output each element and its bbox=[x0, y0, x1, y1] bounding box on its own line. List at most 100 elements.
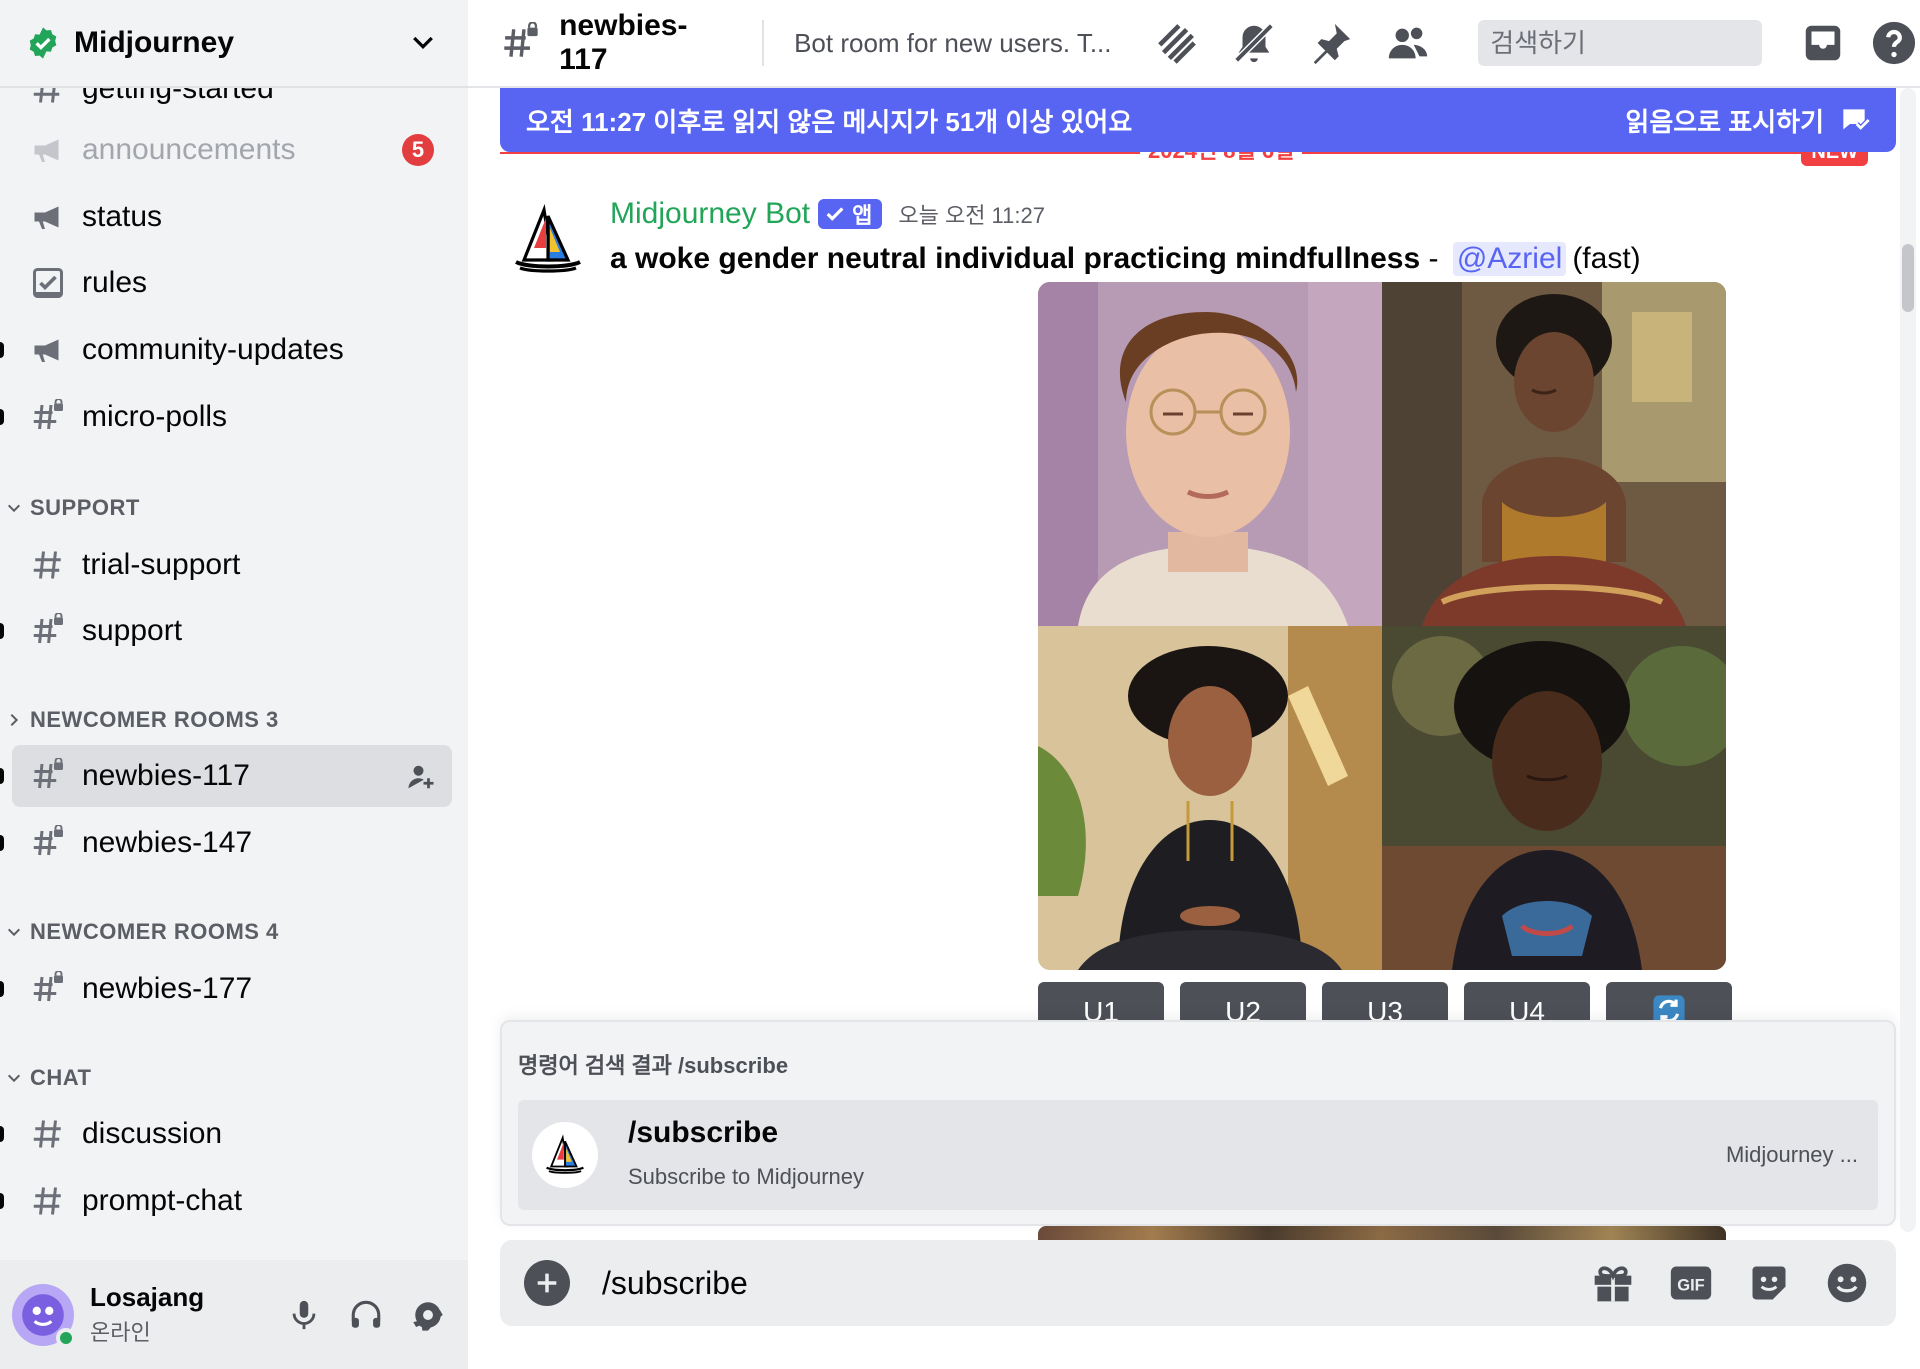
category-label: SUPPORT bbox=[30, 495, 140, 520]
sidebar-item-prompt-chat[interactable]: prompt-chat bbox=[0, 1170, 452, 1232]
command-option-subscribe[interactable]: /subscribe Subscribe to Midjourney Midjo… bbox=[518, 1100, 1878, 1210]
help-icon bbox=[1872, 21, 1915, 65]
channel-topic[interactable]: Bot room for new users. T... bbox=[794, 28, 1127, 59]
generated-image-3[interactable] bbox=[1038, 626, 1382, 970]
add-member-icon[interactable] bbox=[406, 762, 436, 792]
bell-muted-icon bbox=[1234, 23, 1274, 63]
megaphone-icon bbox=[30, 199, 66, 235]
hashtag-lock-icon bbox=[30, 613, 66, 649]
category-label: NEWCOMER ROOMS 3 bbox=[30, 707, 279, 732]
midjourney-logo-icon bbox=[546, 1134, 584, 1174]
sidebar-item-label: newbies-177 bbox=[82, 972, 253, 1005]
author-name[interactable]: Midjourney Bot bbox=[610, 197, 810, 231]
command-source: Midjourney ... bbox=[1725, 1142, 1858, 1167]
sidebar-item-label: discussion bbox=[82, 1117, 223, 1150]
sidebar-item-rules[interactable]: rules bbox=[12, 252, 452, 314]
search-input[interactable] bbox=[1490, 27, 1826, 59]
sidebar-item-discussion[interactable]: discussion bbox=[0, 1103, 452, 1165]
gear-icon bbox=[413, 1301, 443, 1331]
channel-title: newbies-117 bbox=[559, 9, 688, 76]
sticker-button[interactable] bbox=[1744, 1258, 1794, 1308]
verified-server-icon bbox=[29, 27, 57, 59]
mark-read-icon bbox=[1843, 109, 1870, 132]
autocomplete-header: 명령어 검색 결과 /subscribe bbox=[518, 1053, 789, 1078]
image-portrait-3 bbox=[1038, 626, 1382, 970]
prompt-text: a woke gender neutral individual practic… bbox=[610, 242, 1421, 275]
unread-indicator bbox=[0, 835, 4, 851]
separator-text: - bbox=[1420, 242, 1447, 275]
sidebar-item-label: newbies-117 bbox=[82, 759, 250, 792]
generated-image-2[interactable] bbox=[1382, 282, 1726, 626]
threads-button[interactable] bbox=[1151, 16, 1204, 70]
search-box[interactable] bbox=[1478, 20, 1826, 66]
member-list-button[interactable] bbox=[1381, 16, 1434, 70]
sidebar-item-community-updates[interactable]: community-updates bbox=[0, 319, 452, 381]
generated-image-4[interactable] bbox=[1382, 626, 1726, 970]
category-chat[interactable]: CHAT bbox=[0, 1063, 460, 1093]
notification-settings-button[interactable] bbox=[1228, 16, 1281, 70]
help-button[interactable] bbox=[1867, 16, 1920, 70]
microphone-button[interactable] bbox=[276, 1287, 332, 1343]
gif-icon: GIF bbox=[1670, 1266, 1712, 1300]
gif-button[interactable]: GIF bbox=[1666, 1258, 1716, 1308]
sidebar-item-status[interactable]: status bbox=[12, 186, 452, 248]
sidebar-item-label: status bbox=[82, 200, 163, 233]
unread-indicator bbox=[0, 342, 4, 358]
attach-button[interactable] bbox=[524, 1260, 570, 1306]
gift-button[interactable] bbox=[1588, 1258, 1638, 1308]
command-bot-avatar bbox=[532, 1122, 598, 1188]
hashtag-lock-icon bbox=[504, 22, 538, 57]
chevron-down-icon bbox=[7, 504, 21, 513]
settings-button[interactable] bbox=[400, 1287, 456, 1343]
server-header[interactable]: Midjourney bbox=[0, 0, 468, 88]
sidebar-item-newbies-117[interactable]: newbies-117 bbox=[0, 745, 452, 807]
generated-image-1[interactable] bbox=[1038, 282, 1382, 626]
user-status: 온라인 bbox=[90, 1320, 151, 1345]
hashtag-icon bbox=[30, 88, 66, 107]
inbox-button[interactable] bbox=[1796, 16, 1849, 70]
sidebar-item-announcements[interactable]: announcements 5 bbox=[12, 119, 452, 181]
avatar[interactable] bbox=[12, 1283, 76, 1348]
headphones-button[interactable] bbox=[338, 1287, 394, 1343]
image-portrait-2 bbox=[1382, 282, 1726, 626]
midjourney-logo-icon[interactable] bbox=[508, 200, 588, 280]
pinned-messages-button[interactable] bbox=[1305, 16, 1358, 70]
sidebar-item-micro-polls[interactable]: micro-polls bbox=[0, 386, 452, 448]
user-mention[interactable]: @Azriel bbox=[1452, 242, 1567, 276]
server-name: Midjourney bbox=[74, 26, 235, 59]
threads-icon bbox=[1158, 24, 1197, 64]
megaphone-icon bbox=[30, 332, 66, 368]
command-name: /subscribe bbox=[628, 1116, 779, 1149]
mark-as-read-button[interactable]: 읽음으로 표시하기 bbox=[1625, 102, 1824, 139]
sidebar-item-support[interactable]: support bbox=[0, 600, 452, 662]
channel-list[interactable]: getting-started announcements 5 status r… bbox=[0, 88, 468, 1260]
channel-sidebar: Midjourney getting-started announcements… bbox=[0, 0, 468, 1369]
sidebar-item-label: rules bbox=[82, 266, 148, 299]
category-label: CHAT bbox=[30, 1065, 92, 1090]
svg-text:GIF: GIF bbox=[1677, 1276, 1705, 1294]
sidebar-item-newbies-147[interactable]: newbies-147 bbox=[0, 812, 452, 874]
next-image-preview bbox=[1038, 1226, 1726, 1240]
hashtag-icon bbox=[30, 1183, 66, 1219]
category-support[interactable]: SUPPORT bbox=[0, 493, 460, 523]
message-input[interactable] bbox=[602, 1264, 1560, 1302]
chat-area: newbies-117 Bot room for new users. T...… bbox=[468, 0, 1920, 1369]
sidebar-item-getting-started[interactable]: getting-started bbox=[12, 88, 452, 120]
hashtag-icon bbox=[30, 1116, 66, 1152]
unread-indicator bbox=[0, 1193, 4, 1209]
category-newcomer-rooms-3[interactable]: NEWCOMER ROOMS 3 bbox=[0, 705, 460, 735]
speed-label: (fast) bbox=[1572, 242, 1641, 275]
microphone-icon bbox=[292, 1300, 316, 1329]
image-grid[interactable] bbox=[1038, 282, 1726, 970]
scrollbar-thumb[interactable] bbox=[1902, 244, 1914, 312]
emoji-button[interactable] bbox=[1822, 1258, 1872, 1308]
new-messages-bar[interactable]: 오전 11:27 이후로 읽지 않은 메시지가 51개 이상 있어요 읽음으로 … bbox=[500, 88, 1896, 152]
chevron-right-icon bbox=[10, 713, 19, 727]
user-panel: Losajang 온라인 bbox=[0, 1260, 468, 1369]
chevron-down-icon[interactable] bbox=[408, 28, 438, 58]
sticker-icon bbox=[1752, 1266, 1786, 1300]
sidebar-item-trial-support[interactable]: trial-support bbox=[12, 534, 452, 596]
sidebar-item-newbies-177[interactable]: newbies-177 bbox=[0, 958, 452, 1020]
emoji-icon bbox=[1827, 1263, 1867, 1303]
category-newcomer-rooms-4[interactable]: NEWCOMER ROOMS 4 bbox=[0, 917, 460, 947]
